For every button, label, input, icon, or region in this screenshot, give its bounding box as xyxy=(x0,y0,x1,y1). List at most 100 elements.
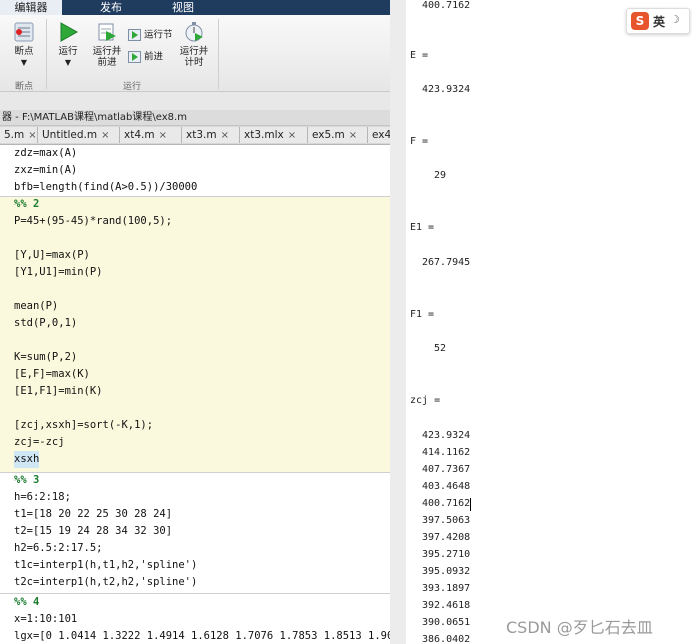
close-icon[interactable]: × xyxy=(159,130,167,141)
cell-divider xyxy=(0,196,390,197)
close-icon[interactable]: × xyxy=(288,130,296,141)
sogou-logo-icon: S xyxy=(631,12,649,30)
ribbon-divider xyxy=(218,19,219,89)
output-value: 29 xyxy=(434,170,447,181)
code-line: t2=[15 19 24 28 34 32 30] xyxy=(14,525,173,537)
file-tab[interactable]: ex5.m × xyxy=(308,127,368,143)
file-tab-label: ex4 xyxy=(372,129,390,141)
close-icon[interactable]: × xyxy=(28,130,36,141)
code-line: zxz=min(A) xyxy=(14,164,78,176)
output-value: 400.7162 xyxy=(422,498,471,509)
run-and-time-button[interactable]: 运行并 计时 xyxy=(178,21,210,68)
close-icon[interactable]: × xyxy=(101,130,109,141)
breakpoint-icon xyxy=(14,22,34,42)
ribbon-toolbar: 断点 ▼ 运行 ▼ 运行并 前进 运行节 前进 运行并 计时 断点 运行 xyxy=(0,15,390,92)
text-cursor xyxy=(470,498,471,511)
code-line: bfb=length(find(A>0.5))/30000 xyxy=(14,181,198,193)
output-var-label: zcj = xyxy=(410,395,441,406)
breakpoint-button[interactable]: 断点 ▼ xyxy=(6,21,42,68)
tab-publish[interactable]: 发布 xyxy=(80,0,142,15)
ribbon-spacer xyxy=(0,92,390,110)
code-line: mean(P) xyxy=(14,300,59,312)
tab-view[interactable]: 视图 xyxy=(152,0,214,15)
code-editor[interactable]: zdz=max(A) zxz=min(A) bfb=length(find(A>… xyxy=(0,145,390,644)
run-label: 运行 xyxy=(58,46,78,57)
code-line: [E1,F1]=min(K) xyxy=(14,385,103,397)
file-tab[interactable]: xt4.m × xyxy=(120,127,182,143)
file-tab-strip: 5.m × Untitled.m × xt4.m × xt3.m × xt3.mlx × … xyxy=(0,126,390,145)
code-line: std(P,0,1) xyxy=(14,317,78,329)
close-icon[interactable]: × xyxy=(349,130,357,141)
run-section-icon xyxy=(128,29,141,41)
code-line: lgx=[0 1.0414 1.3222 1.4914 1.6128 1.707… xyxy=(14,630,390,642)
close-icon[interactable]: × xyxy=(221,130,229,141)
file-tab[interactable]: xt3.mlx × xyxy=(240,127,308,143)
run-section-button[interactable]: 运行节 xyxy=(128,29,176,41)
run-advance-label-2: 前进 xyxy=(97,57,117,68)
code-line: zdz=max(A) xyxy=(14,147,78,159)
cell-divider xyxy=(0,472,390,473)
ime-indicator[interactable]: S 英 ☽ xyxy=(626,8,690,34)
output-value: 397.5063 xyxy=(422,515,471,526)
code-line: P=45+(95-45)*rand(100,5); xyxy=(14,215,173,227)
run-section-label: 运行节 xyxy=(144,29,173,41)
advance-icon xyxy=(128,51,141,63)
file-tab-label: ex5.m xyxy=(312,129,345,141)
file-tab-label: xt3.m xyxy=(186,129,217,141)
ime-language-label: 英 xyxy=(653,15,666,29)
file-tab[interactable]: Untitled.m × xyxy=(38,127,120,143)
run-time-label-2: 计时 xyxy=(184,57,204,68)
ribbon-divider xyxy=(46,19,47,89)
run-button[interactable]: 运行 ▼ xyxy=(52,21,84,68)
play-icon xyxy=(60,22,79,42)
output-value: 395.2710 xyxy=(422,549,471,560)
file-tab[interactable]: 5.m × xyxy=(0,127,38,143)
ribbon-tabbar: 编辑器 发布 视图 xyxy=(0,0,390,15)
code-line: [zcj,xsxh]=sort(-K,1); xyxy=(14,419,154,431)
output-var-label: F1 = xyxy=(410,309,435,320)
section-header: %% 2 xyxy=(14,198,40,210)
group-label-run: 运行 xyxy=(122,82,141,92)
tab-editor[interactable]: 编辑器 xyxy=(0,0,62,15)
watermark: CSDN @歹匕石去皿 xyxy=(506,618,653,637)
chevron-down-icon[interactable]: ▼ xyxy=(6,57,42,68)
output-value: 52 xyxy=(434,343,447,354)
output-var-label: E1 = xyxy=(410,222,435,233)
code-line: x=1:10:101 xyxy=(14,613,78,625)
window-edge xyxy=(390,0,406,644)
code-line: [Y,U]=max(P) xyxy=(14,249,90,261)
output-value: 267.7945 xyxy=(422,257,471,268)
code-line: t2c=interp1(h,t2,h2,'spline') xyxy=(14,576,198,588)
file-tab-label: xt4.m xyxy=(124,129,155,141)
advance-button[interactable]: 前进 xyxy=(128,51,176,63)
output-var-label: E = xyxy=(410,50,429,61)
output-value: 407.7367 xyxy=(422,464,471,475)
file-tab[interactable]: ex4 xyxy=(368,127,390,143)
output-value: 403.4648 xyxy=(422,481,471,492)
chevron-down-icon[interactable]: ▼ xyxy=(52,57,84,68)
code-line: K=sum(P,2) xyxy=(14,351,78,363)
code-line: [Y1,U1]=min(P) xyxy=(14,266,103,278)
run-and-advance-button[interactable]: 运行并 前进 xyxy=(90,21,124,68)
cell-divider xyxy=(0,593,390,594)
section-header: %% 4 xyxy=(14,596,40,608)
file-tab-label: Untitled.m xyxy=(42,129,98,141)
run-time-label-1: 运行并 xyxy=(179,46,209,57)
command-window[interactable]: 400.7162 E = 423.9324 F = 29 E1 = 267.79… xyxy=(390,0,692,644)
editor-pane: 编辑器 发布 视图 断点 ▼ 运行 ▼ 运行并 前进 运行节 前进 运行并 计时… xyxy=(0,0,390,644)
output-value: 397.4208 xyxy=(422,532,471,543)
code-line: h=6:2:18; xyxy=(14,491,71,503)
output-value: 423.9324 xyxy=(422,84,471,95)
section-header: %% 3 xyxy=(14,474,40,486)
file-tab-label: 5.m xyxy=(4,129,25,141)
code-line-highlighted: xsxh xyxy=(14,451,40,468)
output-value: 423.9324 xyxy=(422,430,471,441)
ime-moon-icon: ☽ xyxy=(670,13,680,26)
code-line: h2=6.5:2:17.5; xyxy=(14,542,103,554)
output-value: 392.4618 xyxy=(422,600,471,611)
output-value: 386.0402 xyxy=(422,634,471,644)
advance-label: 前进 xyxy=(144,51,164,63)
output-value: 393.1897 xyxy=(422,583,471,594)
output-var-label: F = xyxy=(410,136,429,147)
file-tab[interactable]: xt3.m × xyxy=(182,127,240,143)
